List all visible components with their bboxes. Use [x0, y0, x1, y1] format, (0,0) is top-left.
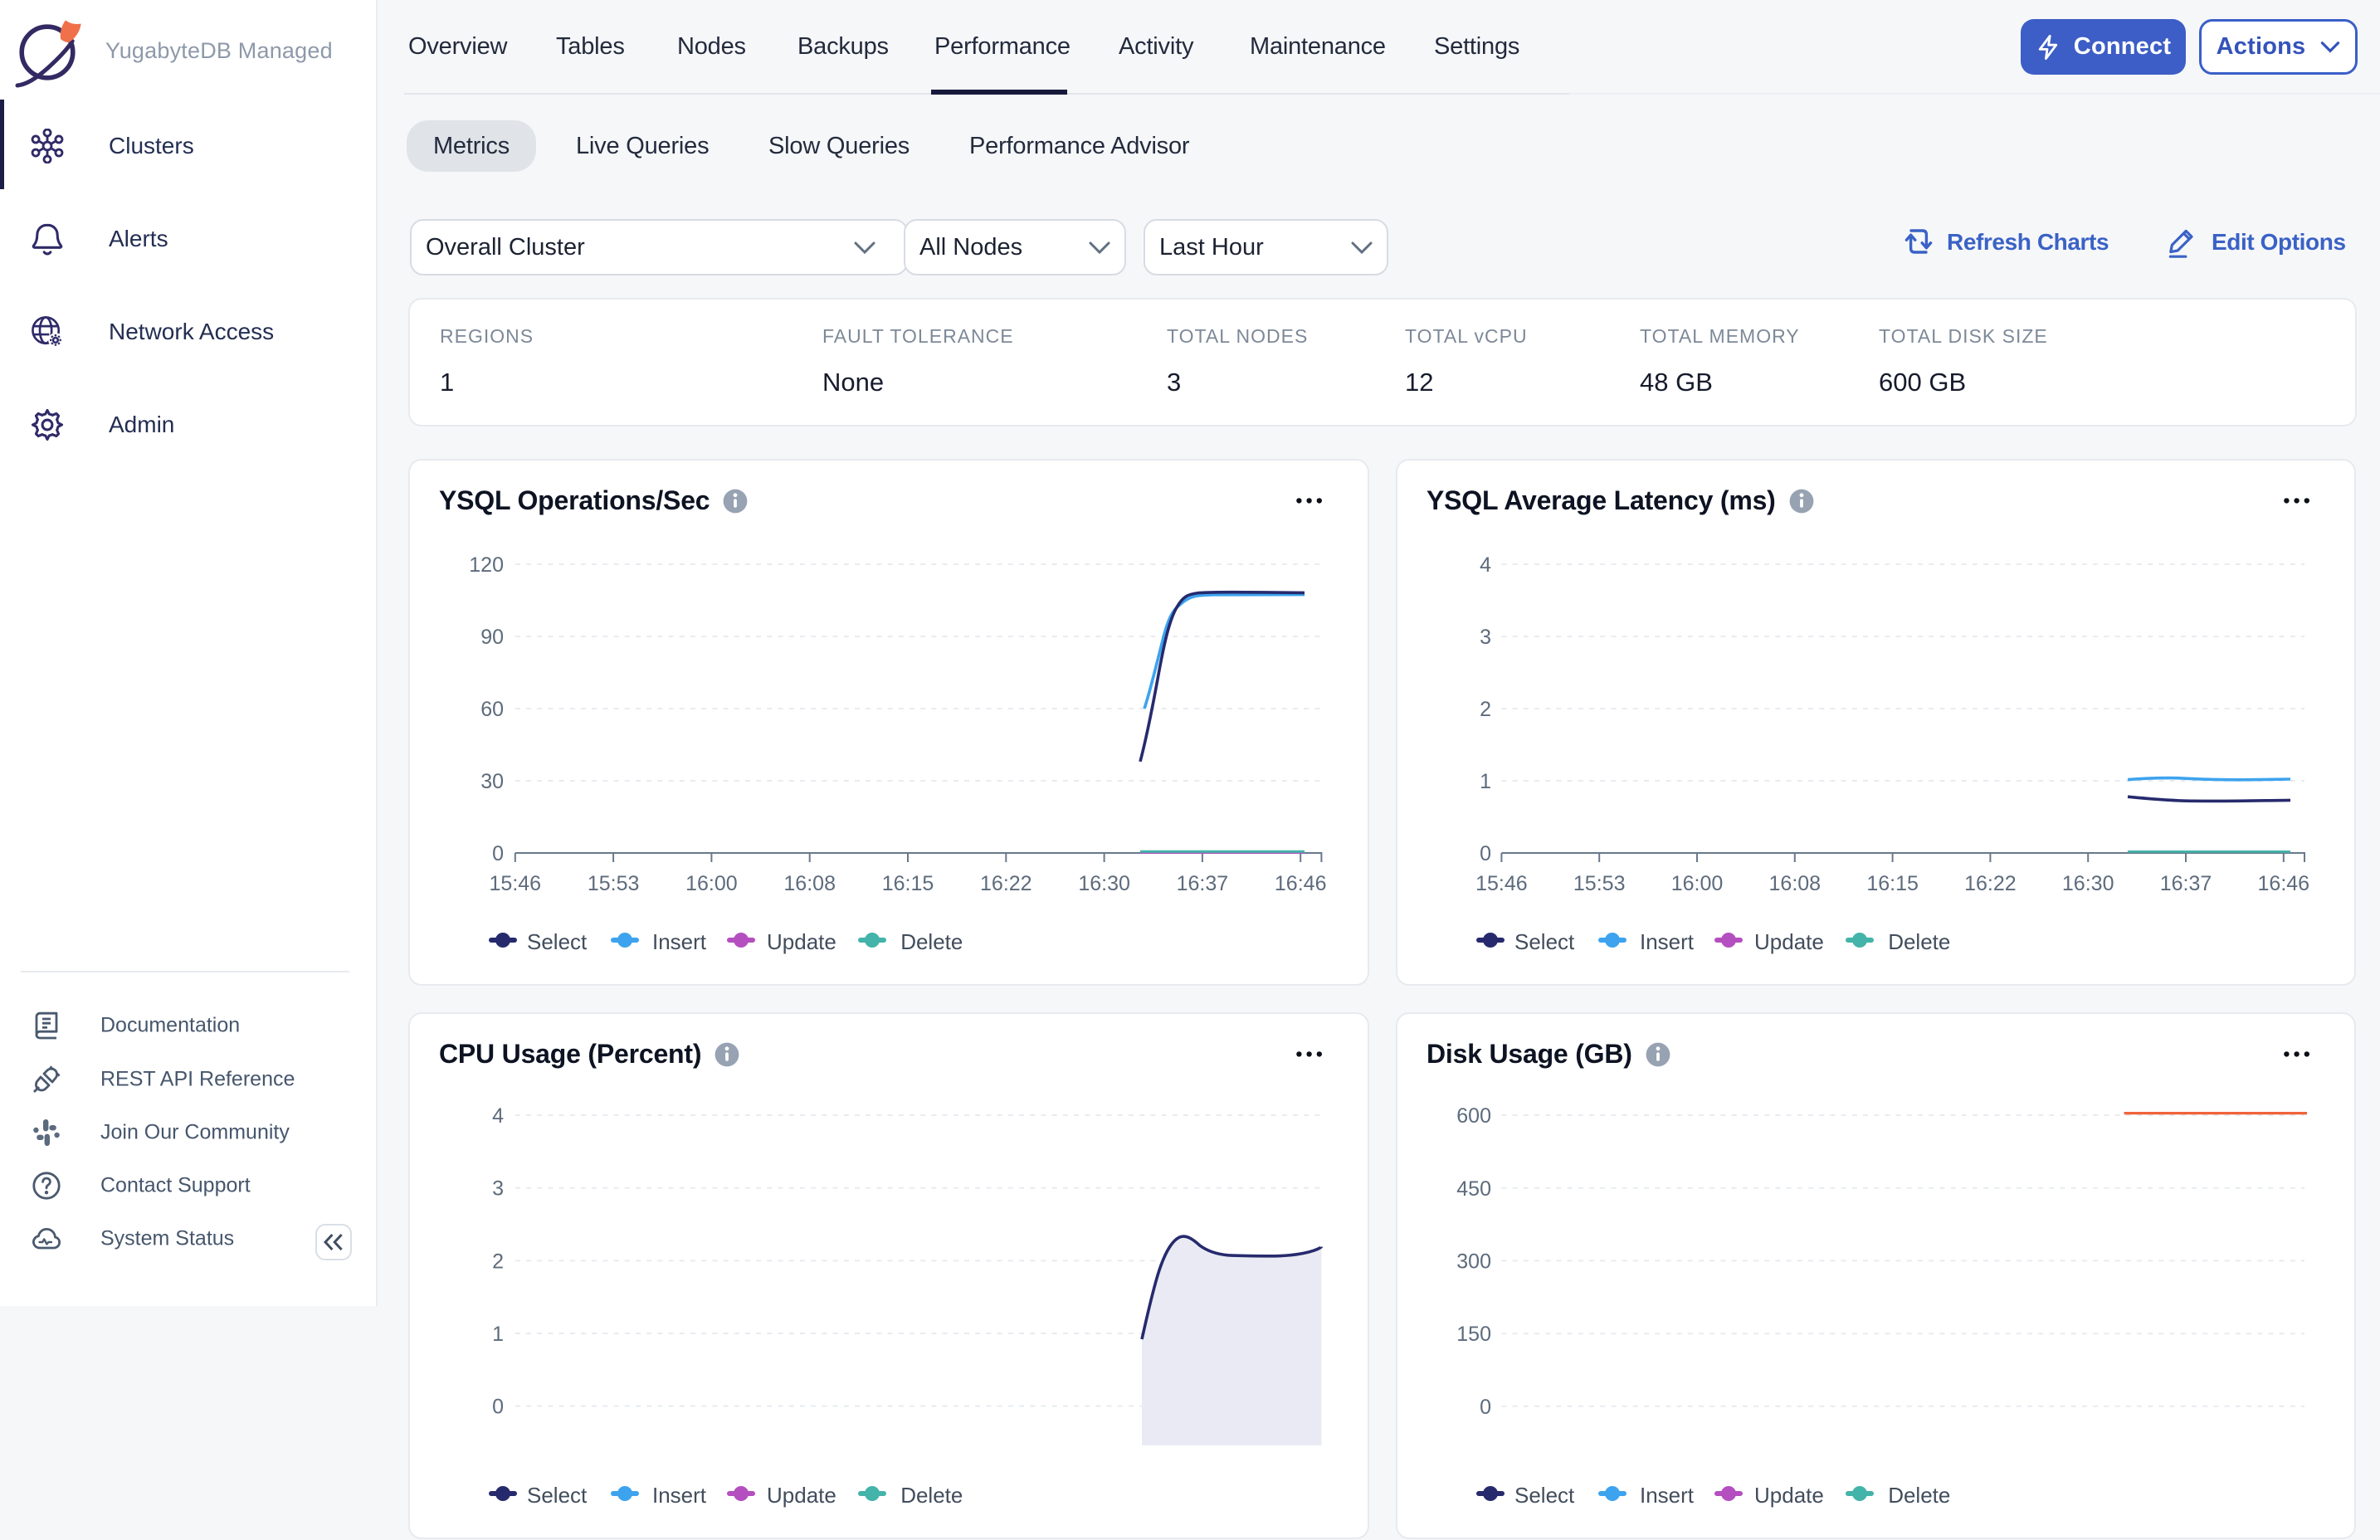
- svg-text:450: 450: [1456, 1177, 1491, 1201]
- svg-text:1: 1: [492, 1323, 504, 1346]
- svg-text:4: 4: [492, 1104, 504, 1128]
- svg-text:16:08: 16:08: [783, 872, 836, 895]
- svg-text:150: 150: [1456, 1323, 1491, 1346]
- svg-text:0: 0: [492, 842, 504, 865]
- svg-text:16:22: 16:22: [1964, 872, 2017, 895]
- svg-text:16:00: 16:00: [685, 872, 738, 895]
- svg-text:15:53: 15:53: [588, 872, 640, 895]
- svg-text:90: 90: [480, 626, 504, 649]
- svg-text:16:22: 16:22: [980, 872, 1032, 895]
- svg-text:1: 1: [1480, 770, 1491, 793]
- svg-text:2: 2: [492, 1250, 504, 1273]
- svg-text:4: 4: [1480, 553, 1491, 577]
- svg-text:600: 600: [1456, 1104, 1491, 1128]
- svg-text:0: 0: [1480, 842, 1491, 865]
- svg-text:3: 3: [492, 1177, 504, 1201]
- svg-text:120: 120: [469, 553, 504, 577]
- svg-text:16:15: 16:15: [882, 872, 934, 895]
- svg-text:60: 60: [480, 698, 504, 721]
- svg-text:16:46: 16:46: [1275, 872, 1327, 895]
- svg-text:16:37: 16:37: [1177, 872, 1229, 895]
- svg-text:16:30: 16:30: [1078, 872, 1130, 895]
- svg-text:30: 30: [480, 770, 504, 793]
- svg-text:15:46: 15:46: [490, 872, 542, 895]
- svg-text:16:15: 16:15: [1866, 872, 1919, 895]
- svg-text:15:53: 15:53: [1573, 872, 1626, 895]
- svg-text:0: 0: [1480, 1396, 1491, 1419]
- svg-text:16:37: 16:37: [2160, 872, 2212, 895]
- svg-text:15:46: 15:46: [1475, 872, 1528, 895]
- svg-text:0: 0: [492, 1396, 504, 1419]
- svg-text:300: 300: [1456, 1250, 1491, 1273]
- svg-text:2: 2: [1480, 698, 1491, 721]
- svg-text:16:00: 16:00: [1671, 872, 1724, 895]
- svg-text:3: 3: [1480, 626, 1491, 649]
- svg-text:16:08: 16:08: [1769, 872, 1822, 895]
- svg-text:16:30: 16:30: [2062, 872, 2114, 895]
- svg-text:16:46: 16:46: [2258, 872, 2310, 895]
